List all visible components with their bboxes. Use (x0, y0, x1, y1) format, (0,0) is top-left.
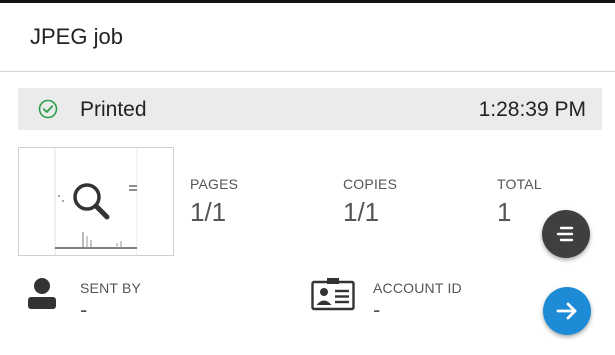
top-border (0, 0, 615, 3)
status-text: Printed (80, 98, 147, 121)
pages-value: 1/1 (190, 197, 227, 227)
sent-by-value: - (80, 297, 88, 322)
id-card-icon (311, 277, 355, 316)
check-circle-icon (38, 99, 58, 119)
list-menu-icon (556, 226, 574, 242)
job-actions-menu-button[interactable] (542, 210, 590, 258)
pages-label: PAGES (190, 176, 239, 192)
copies-label: COPIES (343, 176, 398, 192)
person-icon (27, 277, 57, 316)
copies-value: 1/1 (343, 197, 380, 227)
sent-by-label: SENT BY (80, 280, 142, 296)
job-status-bar: Printed 1:28:39 PM (18, 88, 602, 130)
total-label: TOTAL (497, 176, 542, 192)
magnifier-icon (73, 183, 110, 220)
next-button[interactable] (543, 287, 591, 335)
job-thumbnail[interactable] (18, 147, 174, 256)
header-divider (0, 71, 615, 72)
status-time: 1:28:39 PM (478, 98, 586, 121)
page-title: JPEG job (30, 24, 123, 49)
account-id-label: ACCOUNT ID (373, 280, 462, 296)
account-id-value: - (373, 297, 381, 322)
total-value: 1 (497, 197, 512, 227)
arrow-right-icon (556, 302, 577, 320)
